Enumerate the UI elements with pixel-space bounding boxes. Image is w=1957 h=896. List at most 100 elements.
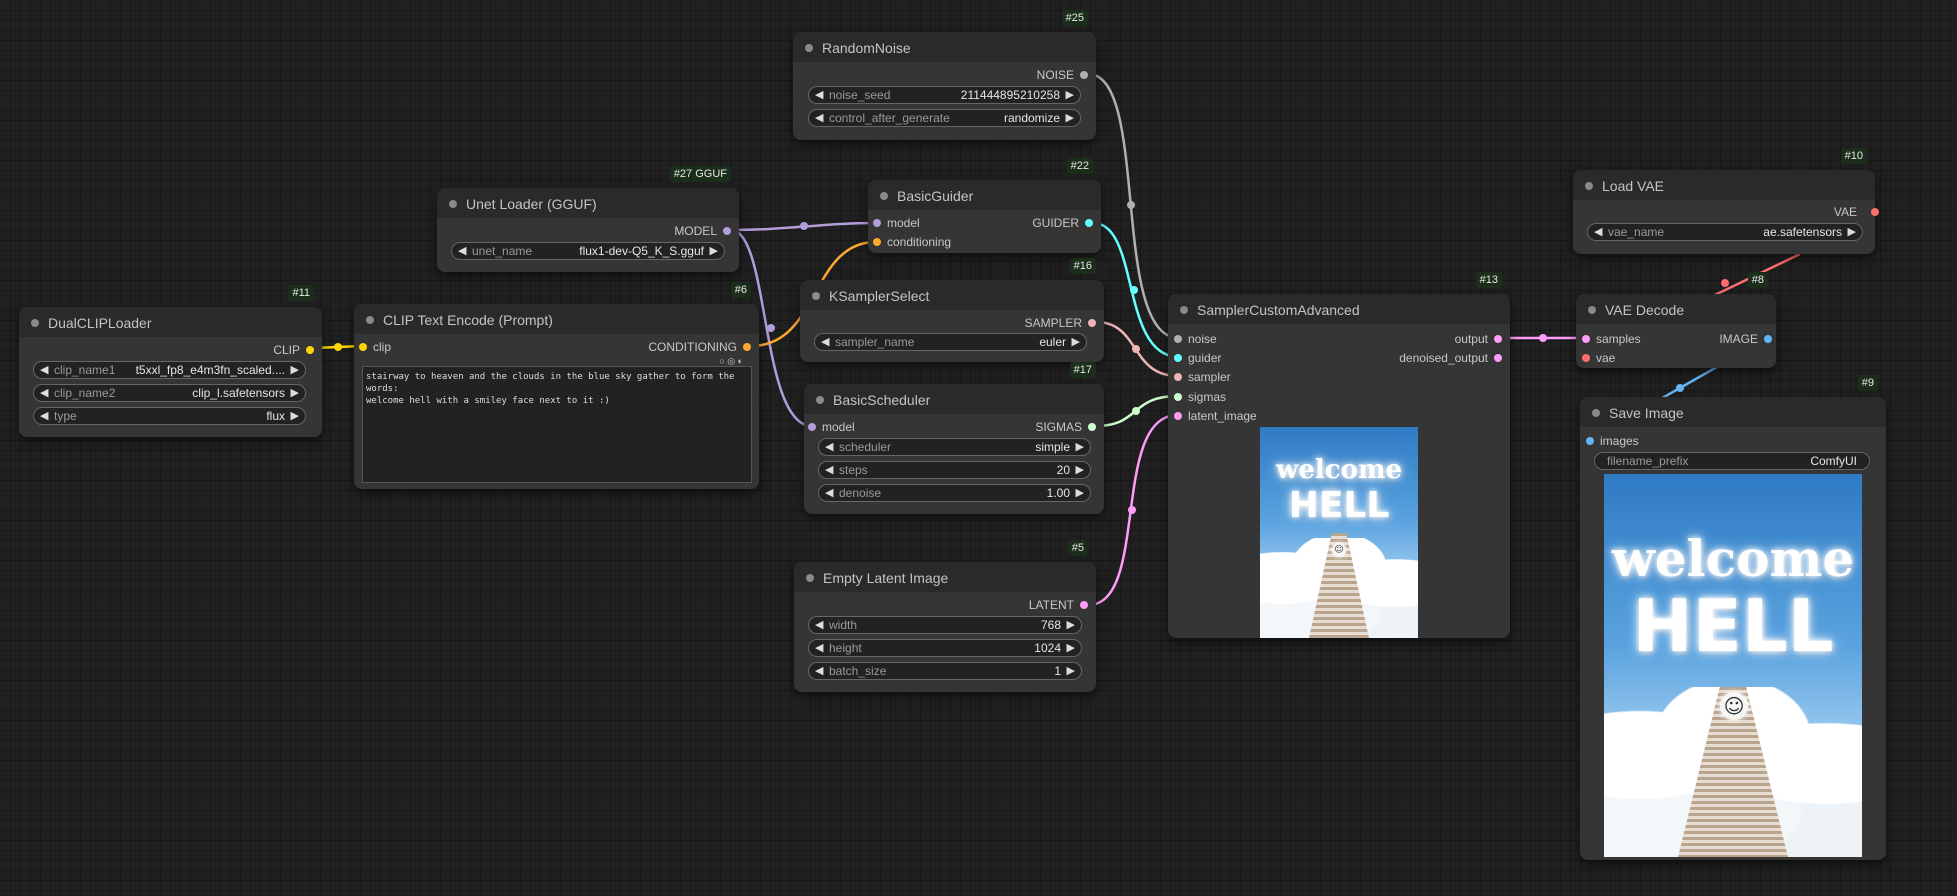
collapse-dot-icon[interactable] [449, 200, 457, 208]
output-pin[interactable] [306, 346, 314, 354]
widget-value[interactable]: 1.00 [1047, 486, 1070, 500]
widget-sampler-name[interactable]: ◀ sampler_name euler ▶ [814, 333, 1087, 351]
input-pin[interactable] [1174, 335, 1182, 343]
decrement-arrow-icon[interactable]: ◀ [825, 440, 833, 453]
link-midpoint[interactable] [800, 222, 808, 230]
output-image[interactable]: IMAGE [1719, 332, 1772, 346]
node-load-vae[interactable]: #10 Load VAE VAE ◀ vae_name ae.safetenso… [1573, 148, 1879, 254]
node-basic-scheduler[interactable]: #17 BasicScheduler model SIGMAS ◀ schedu… [804, 362, 1104, 514]
widget-denoise[interactable]: ◀ denoise 1.00 ▶ [818, 484, 1091, 502]
collapse-dot-icon[interactable] [366, 316, 374, 324]
input-vae[interactable]: vae [1582, 351, 1615, 365]
increment-arrow-icon[interactable]: ▶ [291, 386, 299, 399]
node-dual-clip-loader[interactable]: #11 DualCLIPLoader CLIP ◀ clip_name1 t5x… [19, 285, 322, 437]
widget-control-after-generate[interactable]: ◀ control_after_generate randomize ▶ [808, 109, 1081, 127]
input-pin[interactable] [1582, 335, 1590, 343]
node-title-bar[interactable]: VAE Decode [1576, 294, 1776, 324]
output-sampler[interactable]: SAMPLER [1025, 316, 1096, 330]
increment-arrow-icon[interactable]: ▶ [1066, 111, 1074, 124]
decrement-arrow-icon[interactable]: ◀ [458, 244, 466, 257]
decrement-arrow-icon[interactable]: ◀ [40, 386, 48, 399]
widget-value[interactable]: euler [1039, 335, 1066, 349]
widget-height[interactable]: ◀ height 1024 ▶ [808, 639, 1082, 657]
decrement-arrow-icon[interactable]: ◀ [815, 111, 823, 124]
widget-filename-prefix[interactable]: filename_prefix ComfyUI [1594, 452, 1870, 470]
widget-value[interactable]: 1 [1054, 664, 1061, 678]
node-title-bar[interactable]: CLIP Text Encode (Prompt) [354, 304, 759, 334]
output-pin[interactable] [1085, 219, 1093, 227]
widget-vae-name[interactable]: ◀ vae_name ae.safetensors ▶ [1587, 223, 1863, 241]
widget-value[interactable]: clip_l.safetensors [192, 386, 285, 400]
widget-steps[interactable]: ◀ steps 20 ▶ [818, 461, 1091, 479]
node-save-image[interactable]: #9 Save Image images filename_prefix Com… [1580, 375, 1886, 860]
input-sigmas[interactable]: sigmas [1174, 390, 1226, 404]
decrement-arrow-icon[interactable]: ◀ [821, 335, 829, 348]
widget-clip-name1[interactable]: ◀ clip_name1 t5xxl_fp8_e4m3fn_scaled....… [33, 361, 306, 379]
node-title-bar[interactable]: Load VAE [1573, 170, 1875, 200]
input-sampler[interactable]: sampler [1174, 370, 1231, 384]
input-samples[interactable]: samples [1582, 332, 1641, 346]
link-midpoint[interactable] [1127, 201, 1135, 209]
node-basic-guider[interactable]: #22 BasicGuider model conditioning GUIDE… [868, 158, 1101, 253]
node-title-bar[interactable]: BasicScheduler [804, 384, 1104, 414]
widget-value[interactable]: randomize [1004, 111, 1060, 125]
decrement-arrow-icon[interactable]: ◀ [40, 363, 48, 376]
output-output[interactable]: output [1455, 332, 1502, 346]
widget-value[interactable]: 211444895210258 [961, 88, 1060, 102]
node-sampler-custom-advanced[interactable]: #13 SamplerCustomAdvanced noise guider s… [1168, 272, 1510, 638]
increment-arrow-icon[interactable]: ▶ [1067, 641, 1075, 654]
output-pin[interactable] [1080, 601, 1088, 609]
input-guider[interactable]: guider [1174, 351, 1221, 365]
input-latent-image[interactable]: latent_image [1174, 409, 1257, 423]
output-pin[interactable] [743, 343, 751, 351]
node-random-noise[interactable]: #25 RandomNoise NOISE ◀ noise_seed 21144… [793, 10, 1096, 140]
increment-arrow-icon[interactable]: ▶ [1066, 88, 1074, 101]
increment-arrow-icon[interactable]: ▶ [1076, 463, 1084, 476]
input-clip[interactable]: clip [359, 340, 391, 354]
input-pin[interactable] [1586, 437, 1594, 445]
input-pin[interactable] [808, 423, 816, 431]
output-vae[interactable]: VAE [1834, 205, 1879, 219]
collapse-dot-icon[interactable] [880, 192, 888, 200]
increment-arrow-icon[interactable]: ▶ [1848, 225, 1856, 238]
node-ksampler-select[interactable]: #16 KSamplerSelect SAMPLER ◀ sampler_nam… [800, 258, 1104, 362]
prompt-textarea[interactable]: stairway to heaven and the clouds in the… [362, 366, 752, 483]
widget-scheduler[interactable]: ◀ scheduler simple ▶ [818, 438, 1091, 456]
collapse-dot-icon[interactable] [805, 44, 813, 52]
input-noise[interactable]: noise [1174, 332, 1217, 346]
widget-value[interactable]: ae.safetensors [1763, 225, 1842, 239]
widget-value[interactable]: flux1-dev-Q5_K_S.gguf [579, 244, 704, 258]
widget-value[interactable]: flux [266, 409, 285, 423]
input-pin[interactable] [1174, 373, 1182, 381]
increment-arrow-icon[interactable]: ▶ [710, 244, 718, 257]
decrement-arrow-icon[interactable]: ◀ [1594, 225, 1602, 238]
link-midpoint[interactable] [1539, 334, 1547, 342]
node-title-bar[interactable]: Save Image [1580, 397, 1886, 427]
link-midpoint[interactable] [1132, 407, 1140, 415]
link-midpoint[interactable] [767, 324, 775, 332]
node-unet-loader[interactable]: #27 GGUF Unet Loader (GGUF) MODEL ◀ unet… [437, 166, 739, 272]
input-model[interactable]: model [808, 420, 855, 434]
increment-arrow-icon[interactable]: ▶ [291, 409, 299, 422]
link-midpoint[interactable] [1132, 345, 1140, 353]
input-pin[interactable] [359, 343, 367, 351]
input-pin[interactable] [1174, 354, 1182, 362]
widget-value[interactable]: 1024 [1034, 641, 1061, 655]
input-pin[interactable] [1174, 393, 1182, 401]
node-clip-text-encode[interactable]: #6 CLIP Text Encode (Prompt) clip CONDIT… [354, 282, 759, 489]
decrement-arrow-icon[interactable]: ◀ [815, 618, 823, 631]
output-guider[interactable]: GUIDER [1032, 216, 1093, 230]
output-pin[interactable] [1764, 335, 1772, 343]
increment-arrow-icon[interactable]: ▶ [1067, 618, 1075, 631]
input-pin[interactable] [873, 219, 881, 227]
widget-clip-name2[interactable]: ◀ clip_name2 clip_l.safetensors ▶ [33, 384, 306, 402]
link-midpoint[interactable] [1128, 506, 1136, 514]
output-pin[interactable] [1080, 71, 1088, 79]
decrement-arrow-icon[interactable]: ◀ [815, 641, 823, 654]
decrement-arrow-icon[interactable]: ◀ [815, 88, 823, 101]
link-midpoint[interactable] [1676, 384, 1684, 392]
input-pin[interactable] [1582, 354, 1590, 362]
collapse-dot-icon[interactable] [816, 396, 824, 404]
increment-arrow-icon[interactable]: ▶ [291, 363, 299, 376]
widget-unet-name[interactable]: ◀ unet_name flux1-dev-Q5_K_S.gguf ▶ [451, 242, 725, 260]
